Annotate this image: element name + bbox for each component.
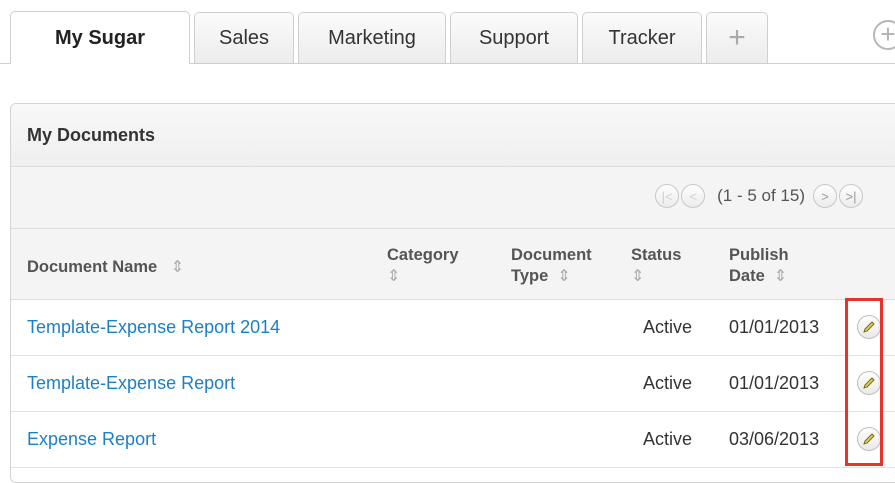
- document-name-link[interactable]: Template-Expense Report: [27, 373, 235, 394]
- dashboard-tab-bar: My Sugar Sales Marketing Support Tracker…: [0, 0, 895, 64]
- tab-label: Marketing: [328, 26, 416, 49]
- first-page-icon[interactable]: |<: [655, 184, 680, 208]
- column-document-name[interactable]: Document Name ⇕: [27, 257, 184, 278]
- plus-icon: +: [728, 21, 746, 54]
- column-category[interactable]: Category ⇕: [387, 245, 459, 287]
- next-page-icon[interactable]: >: [813, 184, 837, 208]
- add-tab-button[interactable]: +: [706, 12, 768, 63]
- column-document-type[interactable]: Document Type ⇕: [511, 245, 592, 287]
- tab-my-sugar[interactable]: My Sugar: [10, 11, 190, 64]
- publish-date-value: 01/01/2013: [729, 373, 820, 393]
- sort-icon[interactable]: ⇕: [769, 268, 787, 285]
- table-row: Template-Expense Report Active 01/01/201…: [11, 356, 895, 412]
- dashlet-title: My Documents: [11, 104, 895, 167]
- sort-icon[interactable]: ⇕: [162, 259, 184, 276]
- tab-support[interactable]: Support: [450, 12, 578, 63]
- table-row: Expense Report Active 03/06/2013: [11, 412, 895, 468]
- tab-label: Sales: [218, 26, 270, 49]
- tab-tracker[interactable]: Tracker: [582, 12, 702, 63]
- status-value: Active: [643, 317, 693, 337]
- pager: |< < (1 - 5 of 15) > >|: [655, 184, 865, 208]
- document-name-link[interactable]: Template-Expense Report 2014: [27, 317, 280, 338]
- tab-sales[interactable]: Sales: [194, 12, 294, 63]
- pager-range-text: (1 - 5 of 15): [717, 186, 805, 205]
- table-header: Document Name ⇕ Category ⇕ Document Type…: [11, 229, 895, 300]
- column-publish-date[interactable]: Publish Date ⇕: [729, 245, 789, 287]
- sort-icon[interactable]: ⇕: [631, 268, 644, 285]
- edit-buttons-highlight-box: [845, 298, 883, 466]
- status-value: Active: [643, 429, 693, 449]
- my-documents-dashlet: My Documents |< < (1 - 5 of 15) > >| Doc…: [10, 103, 895, 483]
- sort-icon[interactable]: ⇕: [553, 268, 570, 285]
- publish-date-value: 01/01/2013: [729, 317, 820, 337]
- previous-page-icon[interactable]: <: [681, 184, 706, 208]
- document-name-link[interactable]: Expense Report: [27, 429, 156, 450]
- tab-label: Support: [478, 26, 550, 49]
- tab-label: Tracker: [608, 26, 676, 49]
- column-status[interactable]: Status ⇕: [631, 245, 681, 287]
- tab-marketing[interactable]: Marketing: [298, 12, 446, 63]
- publish-date-value: 03/06/2013: [729, 429, 820, 449]
- pagination-bar: |< < (1 - 5 of 15) > >|: [11, 167, 895, 229]
- tab-label: My Sugar: [54, 26, 146, 49]
- last-page-icon[interactable]: >|: [839, 184, 863, 208]
- status-value: Active: [643, 373, 693, 393]
- add-dashlet-icon[interactable]: +: [873, 20, 895, 50]
- table-row: Template-Expense Report 2014 Active 01/0…: [11, 300, 895, 356]
- sort-icon[interactable]: ⇕: [387, 268, 400, 285]
